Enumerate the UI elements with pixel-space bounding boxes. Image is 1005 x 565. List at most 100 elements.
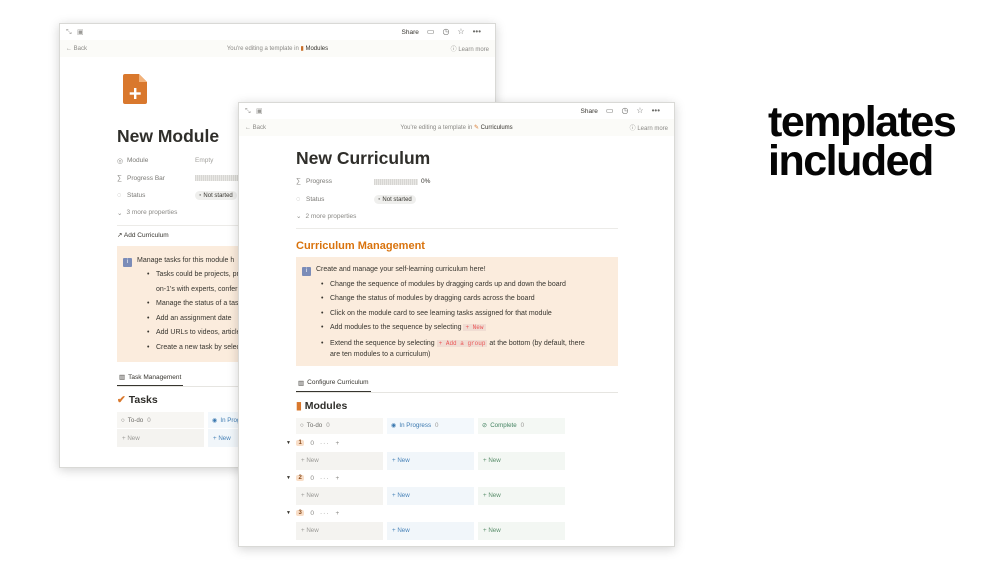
- history-icon[interactable]: ◷: [621, 107, 628, 115]
- learn-more-link[interactable]: ⓘ Learn more: [630, 123, 668, 132]
- board-title-text: Tasks: [128, 394, 158, 406]
- comment-icon[interactable]: ▭: [427, 28, 435, 36]
- new-label: New: [218, 434, 231, 442]
- new-card-button[interactable]: + New: [296, 486, 383, 505]
- new-label: New: [488, 492, 501, 499]
- progress-bar: [374, 178, 418, 185]
- tab-configure-curriculum[interactable]: ▥ Configure Curriculum: [296, 376, 371, 392]
- column-count: 0: [520, 422, 525, 429]
- list-item: Change the sequence of modules by draggi…: [321, 278, 612, 293]
- editing-notice: You're editing a template in ✎ Curriculu…: [239, 124, 674, 131]
- column-label: To-do: [306, 422, 323, 429]
- star-icon[interactable]: ☆: [457, 28, 464, 36]
- new-card-button[interactable]: + New: [387, 451, 474, 470]
- list-item: Extend the sequence by selecting + Add a…: [321, 336, 612, 360]
- tab-label: Task Management: [128, 373, 182, 381]
- sidebar-toggle-icon[interactable]: ▣: [77, 29, 84, 36]
- column-in-progress[interactable]: ◉ In Progress 0: [387, 417, 474, 434]
- more-properties-toggle[interactable]: ⌄ 2 more properties: [296, 208, 618, 224]
- new-card-button[interactable]: + New: [296, 521, 383, 540]
- column-to-do[interactable]: ○ To-do 0: [296, 417, 383, 434]
- breadcrumb-database[interactable]: Curriculums: [481, 125, 513, 131]
- column-count: 0: [326, 422, 330, 429]
- list-item: Change the status of modules by dragging…: [321, 292, 612, 307]
- info-icon: i: [123, 257, 132, 267]
- progress-bar: [195, 175, 239, 182]
- history-icon[interactable]: ◷: [442, 28, 449, 36]
- more-icon[interactable]: •••: [473, 28, 481, 36]
- expand-icon[interactable]: ⤡: [66, 29, 73, 36]
- board-title-text: Modules: [304, 399, 348, 412]
- status-badge: Not started: [195, 191, 237, 201]
- breadcrumb-database[interactable]: Modules: [305, 46, 328, 52]
- chevron-down-icon: ⌄: [117, 209, 123, 217]
- group-header[interactable]: ▼ 2 0 ··· +: [286, 471, 618, 486]
- list-item-text: Extend the sequence by selecting: [330, 339, 435, 347]
- new-card-button[interactable]: + New: [478, 486, 565, 505]
- column-label: Complete: [490, 422, 517, 429]
- add-relation-label: Add Curriculum: [123, 231, 169, 239]
- new-card-button[interactable]: + New: [478, 521, 565, 540]
- learn-more-link[interactable]: ⓘ Learn more: [451, 44, 489, 53]
- page-title[interactable]: New Curriculum: [296, 148, 618, 169]
- property-value: [195, 175, 242, 182]
- column-to-do[interactable]: ○ To-do 0: [117, 412, 204, 428]
- progress-percent: 0%: [421, 178, 431, 186]
- sigma-icon: ∑: [117, 174, 122, 182]
- list-item-text: Add modules to the sequence by selecting: [330, 324, 462, 331]
- property-name: Progress: [306, 178, 333, 186]
- expand-icon[interactable]: ⤡: [245, 108, 252, 115]
- more-icon[interactable]: •••: [652, 107, 660, 115]
- group-header[interactable]: ▼ 1 0 ··· +: [286, 436, 618, 451]
- star-icon[interactable]: ☆: [636, 107, 643, 115]
- new-label: New: [397, 457, 410, 464]
- group-options-icon[interactable]: ···: [320, 475, 330, 482]
- share-button[interactable]: Share: [581, 108, 598, 115]
- sidebar-toggle-icon[interactable]: ▣: [256, 108, 263, 115]
- column-count: 0: [435, 422, 439, 429]
- group-number: 2: [296, 475, 305, 481]
- status-icon: ◌: [117, 192, 122, 200]
- property-status[interactable]: ◌ Status Not started: [296, 191, 618, 209]
- share-button[interactable]: Share: [402, 29, 419, 36]
- group-options-icon[interactable]: ···: [320, 510, 330, 517]
- editing-prefix: You're editing a template in: [400, 125, 473, 131]
- property-name: Module: [127, 157, 149, 165]
- column-complete[interactable]: ⊘ Complete 0: [478, 417, 565, 434]
- property-progress[interactable]: ∑ Progress 0%: [296, 173, 618, 191]
- new-card-button[interactable]: + New: [117, 429, 204, 447]
- group-options-icon[interactable]: ···: [320, 440, 330, 447]
- inline-code: + Add a group: [436, 339, 488, 347]
- circle-icon: ○: [300, 422, 304, 429]
- window-topbar: ⤡ ▣ Share ▭ ◷ ☆ •••: [60, 24, 495, 40]
- comment-icon[interactable]: ▭: [606, 107, 614, 115]
- add-icon[interactable]: +: [335, 475, 340, 482]
- caret-down-icon: ▼: [286, 475, 291, 481]
- books-icon: ▮: [296, 399, 302, 412]
- group-header[interactable]: ▼ 3 0 ··· +: [286, 506, 618, 521]
- page-file-icon: [123, 74, 147, 104]
- new-card-button[interactable]: + New: [296, 451, 383, 470]
- new-card-button[interactable]: + New: [478, 451, 565, 470]
- info-icon: i: [302, 267, 311, 276]
- editing-prefix: You're editing a template in: [226, 46, 299, 52]
- tab-task-management[interactable]: ▥ Task Management: [117, 370, 184, 386]
- column-count: 0: [147, 416, 151, 424]
- list-item-text: are ten modules to a curriculum): [330, 350, 431, 358]
- column-label: To-do: [127, 416, 144, 424]
- group-number: 3: [296, 510, 305, 516]
- callout-intro: Manage tasks for this module h: [137, 256, 235, 264]
- new-label: New: [397, 527, 410, 534]
- tagline-line-2: included: [768, 137, 934, 185]
- list-item-text: at the bottom (by default, there: [489, 339, 585, 347]
- new-card-button[interactable]: + New: [387, 486, 474, 505]
- add-icon[interactable]: +: [335, 440, 340, 447]
- add-icon[interactable]: +: [335, 510, 340, 517]
- property-name: Status: [127, 192, 146, 200]
- new-label: New: [306, 457, 319, 464]
- new-label: New: [488, 527, 501, 534]
- board-icon: ▥: [119, 374, 126, 381]
- board-groups: ▼ 1 0 ··· + + New + New + New ▼ 2 0 ··· + + New …: [286, 436, 618, 540]
- target-icon: ◎: [117, 157, 124, 165]
- new-card-button[interactable]: + New: [387, 521, 474, 540]
